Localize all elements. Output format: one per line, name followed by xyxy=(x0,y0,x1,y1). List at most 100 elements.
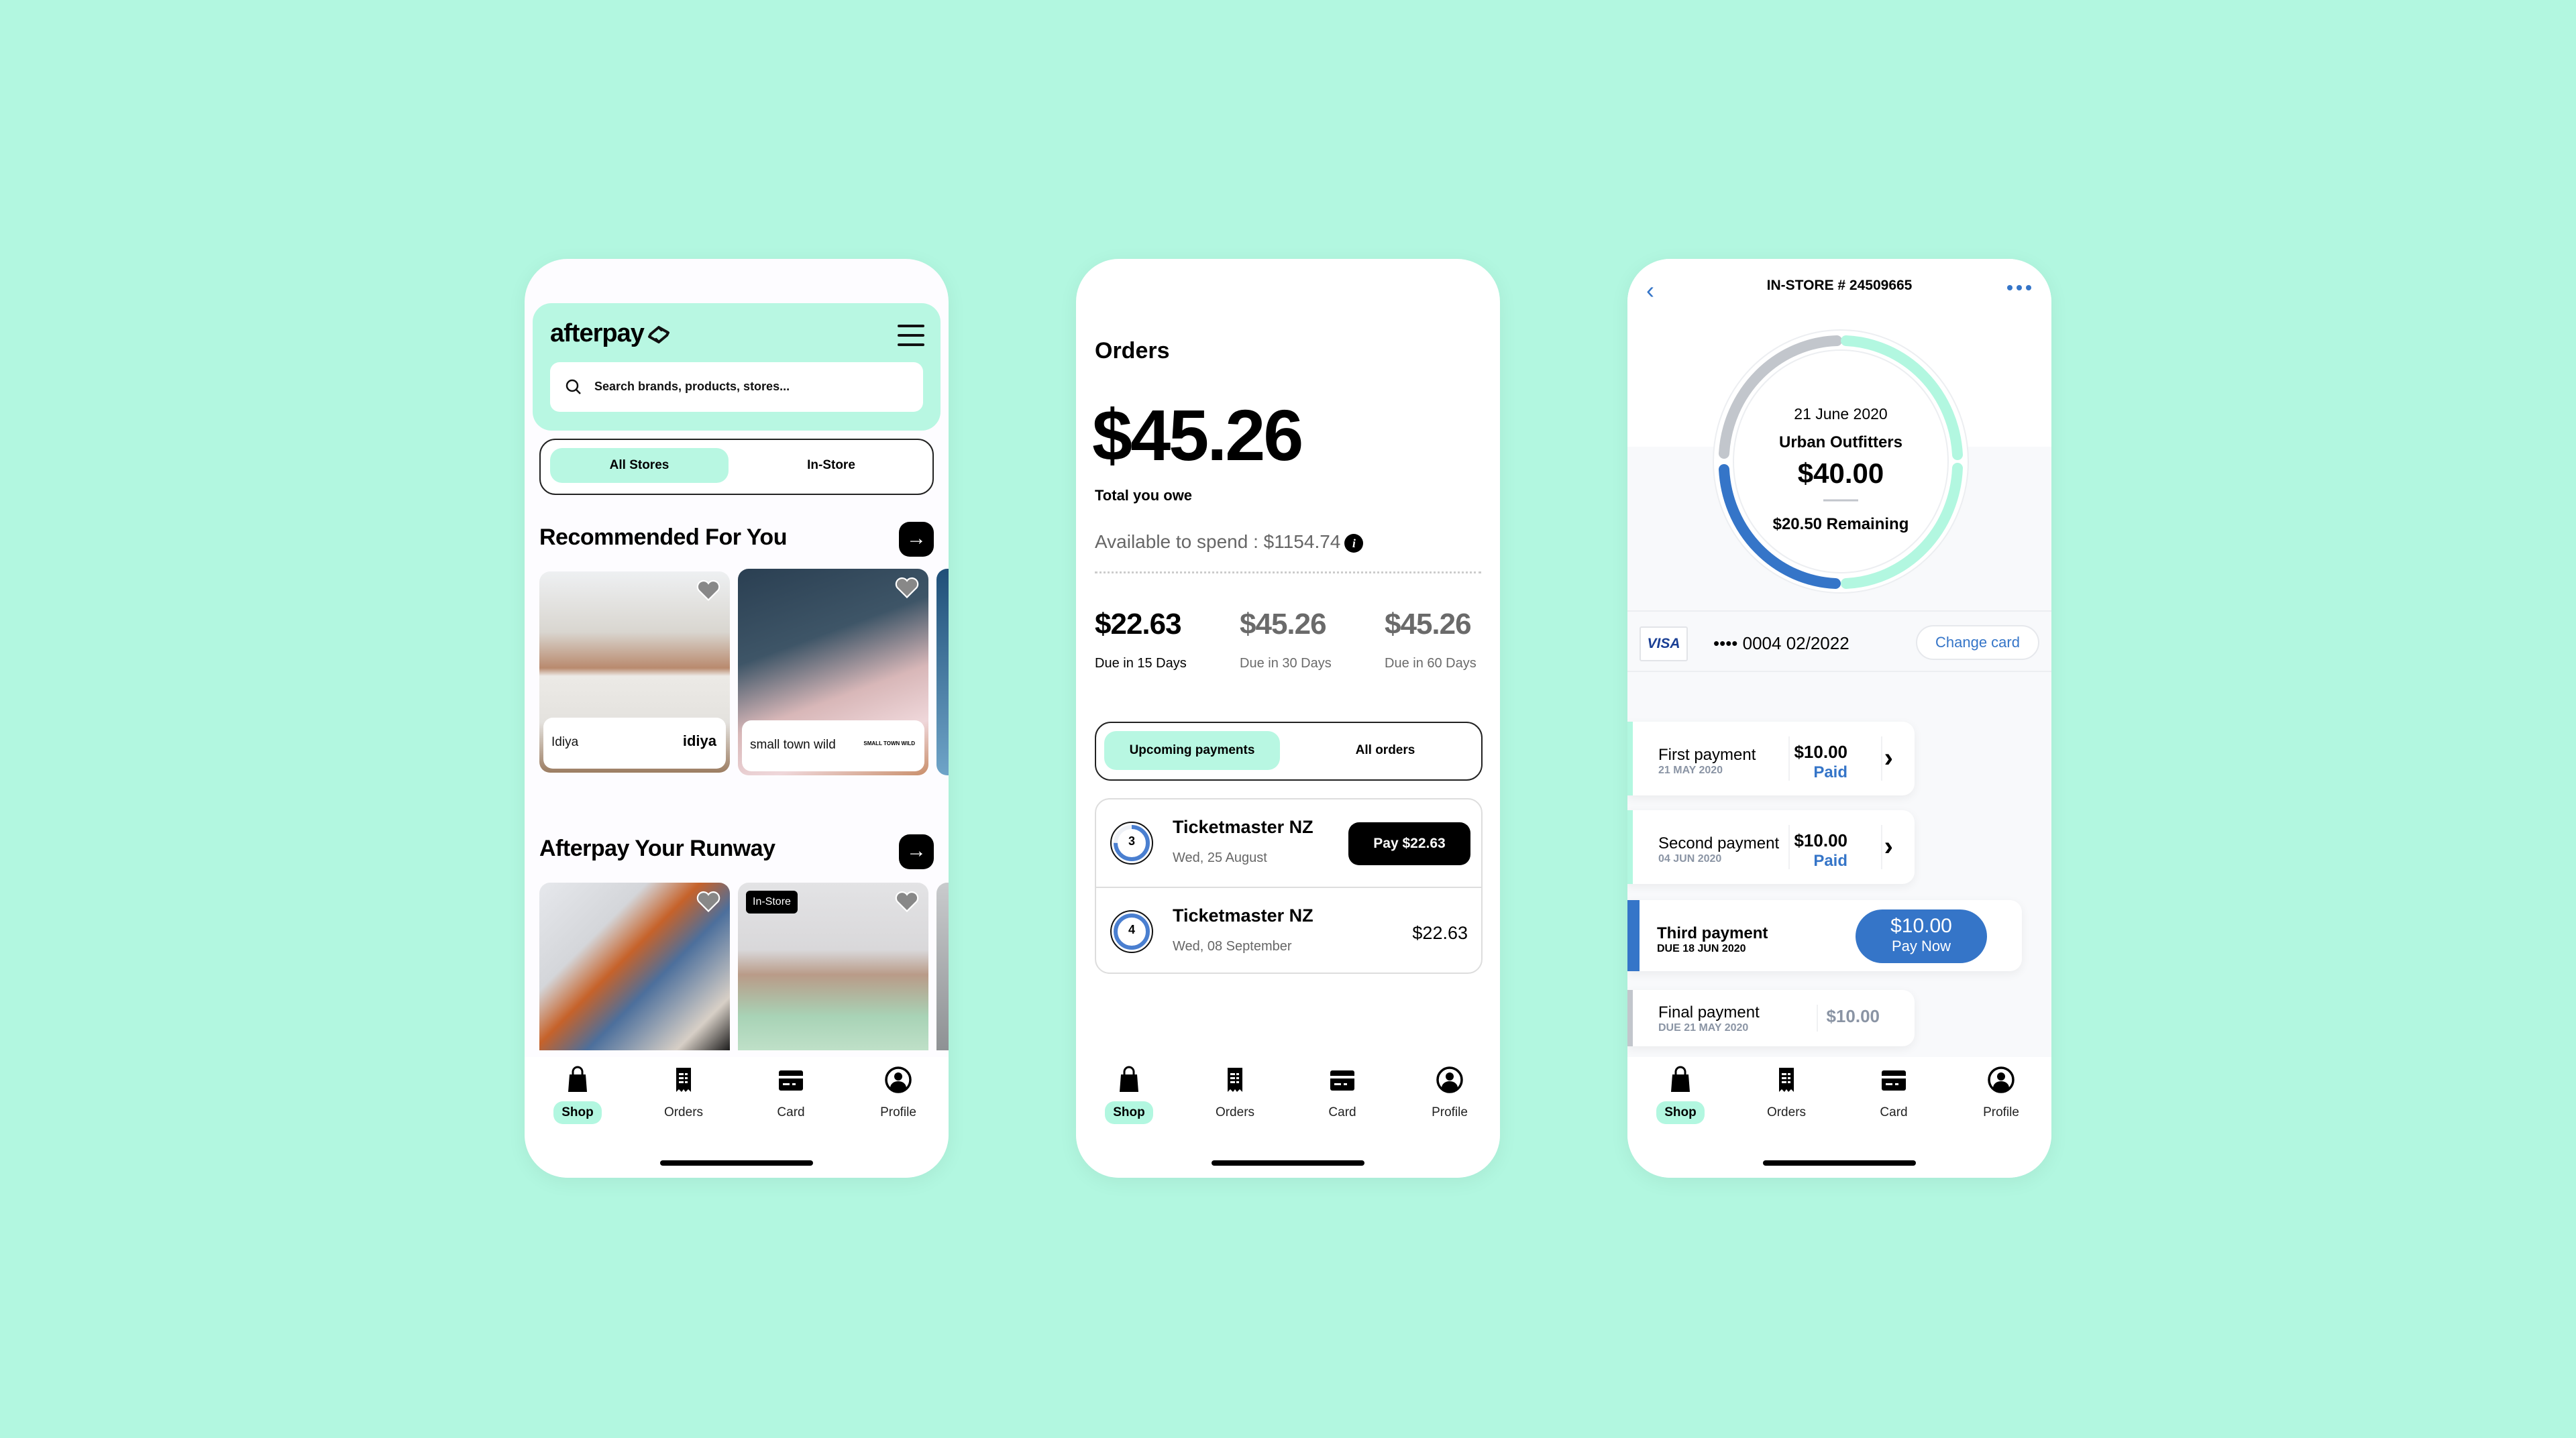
afterpay-logo: afterpay xyxy=(550,319,672,348)
status-badge: Paid xyxy=(1813,763,1847,781)
installment-progress: 3 xyxy=(1110,821,1154,865)
home-indicator xyxy=(660,1160,813,1166)
info-icon[interactable]: i xyxy=(1344,533,1364,553)
order-row[interactable]: 4 Ticketmaster NZ Wed, 08 September $22.… xyxy=(1096,887,1481,974)
heart-icon[interactable] xyxy=(696,891,720,912)
due-15: $22.63 Due in 15 Days xyxy=(1095,608,1187,671)
payment-row[interactable]: Final payment DUE 21 MAY 2020 $10.00 xyxy=(1627,990,1915,1046)
tab-label: Shop xyxy=(1656,1101,1705,1124)
credit-card-icon xyxy=(779,1070,803,1091)
store-name: Idiya xyxy=(551,735,579,749)
store-filter: All Stores In-Store xyxy=(539,439,934,495)
credit-card-icon xyxy=(1882,1070,1906,1091)
payment-date: Wed, 25 August xyxy=(1173,850,1267,865)
visa-icon: VISA xyxy=(1640,626,1688,661)
tab-bar: Shop Orders Card Profile xyxy=(525,1057,949,1178)
payment-card-row: VISA •••• 0004 02/2022 Change card xyxy=(1627,610,2051,672)
payment-row[interactable]: Second payment 04 JUN 2020 $10.00 Paid › xyxy=(1627,810,1915,884)
tab-orders[interactable]: Orders xyxy=(1205,1065,1265,1124)
tab-all-stores[interactable]: All Stores xyxy=(550,448,729,483)
tab-shop[interactable]: Shop xyxy=(1099,1065,1159,1124)
runway-card-partial[interactable] xyxy=(936,883,949,1050)
tab-in-store[interactable]: In-Store xyxy=(742,448,920,483)
payment-progress-dial: 21 June 2020 Urban Outfitters $40.00 $20… xyxy=(1708,326,1974,597)
runway-see-all-button[interactable]: → xyxy=(899,834,934,869)
search-placeholder: Search brands, products, stores... xyxy=(594,380,790,393)
tab-label: Orders xyxy=(1766,1105,1807,1119)
profile-icon xyxy=(1436,1066,1463,1093)
order-date: 21 June 2020 xyxy=(1794,405,1888,423)
store-card-idiya[interactable]: Idiya idiya xyxy=(539,571,730,773)
tab-profile[interactable]: Profile xyxy=(1971,1065,2031,1124)
tab-profile[interactable]: Profile xyxy=(868,1065,928,1124)
pay-button[interactable]: Pay $22.63 xyxy=(1348,822,1470,865)
tab-shop[interactable]: Shop xyxy=(1650,1065,1711,1124)
instore-order-screen: ‹ IN-STORE # 24509665 21 June 2020 Urban… xyxy=(1627,259,2051,1178)
shop-screen: afterpay Search brands, products, stores… xyxy=(525,259,949,1178)
tab-label: Shop xyxy=(553,1101,602,1124)
recommended-see-all-button[interactable]: → xyxy=(899,522,934,557)
tab-label: Profile xyxy=(1432,1105,1468,1119)
shop-header: afterpay Search brands, products, stores… xyxy=(533,303,941,431)
home-indicator xyxy=(1763,1160,1916,1166)
tab-upcoming-payments[interactable]: Upcoming payments xyxy=(1104,731,1280,770)
receipt-icon xyxy=(1228,1068,1242,1092)
tab-orders[interactable]: Orders xyxy=(653,1065,714,1124)
home-indicator xyxy=(1212,1160,1364,1166)
order-row[interactable]: 3 Ticketmaster NZ Wed, 25 August Pay $22… xyxy=(1096,799,1481,887)
receipt-icon xyxy=(676,1068,691,1092)
total-owed: $45.26 xyxy=(1092,394,1303,476)
runway-card-2[interactable]: In-Store xyxy=(738,883,928,1050)
search-input[interactable]: Search brands, products, stores... xyxy=(550,362,923,412)
divider xyxy=(1095,571,1481,573)
heart-icon[interactable] xyxy=(696,579,720,601)
tab-shop[interactable]: Shop xyxy=(547,1065,608,1124)
order-amount: $40.00 xyxy=(1797,457,1884,489)
merchant-name: Ticketmaster NZ xyxy=(1173,905,1313,926)
store-brand-logo: idiya xyxy=(682,732,716,749)
tab-card[interactable]: Card xyxy=(1312,1065,1373,1124)
afterpay-logo-icon xyxy=(647,325,669,343)
heart-icon[interactable] xyxy=(895,577,919,598)
store-card-partial[interactable] xyxy=(936,569,949,775)
profile-icon xyxy=(885,1066,912,1093)
store-name: small town wild xyxy=(750,738,836,752)
chevron-right-icon[interactable]: › xyxy=(1884,832,1893,862)
total-owed-label: Total you owe xyxy=(1095,487,1193,504)
tab-profile[interactable]: Profile xyxy=(1419,1065,1480,1124)
tab-bar: Shop Orders Card Profile xyxy=(1627,1057,2051,1178)
payment-row[interactable]: First payment 21 MAY 2020 $10.00 Paid › xyxy=(1627,722,1915,795)
page-title: Orders xyxy=(1095,338,1170,364)
store-brand-logo: SMALL TOWN WILD xyxy=(863,740,915,746)
tab-orders[interactable]: Orders xyxy=(1756,1065,1817,1124)
more-options-icon[interactable] xyxy=(2003,282,2031,294)
orders-screen: Orders $45.26 Total you owe Available to… xyxy=(1076,259,1500,1178)
card-number: •••• 0004 02/2022 xyxy=(1713,633,1849,653)
orders-filter: Upcoming payments All orders xyxy=(1095,722,1483,781)
tab-label: Orders xyxy=(1215,1105,1255,1119)
tab-label: Profile xyxy=(880,1105,916,1119)
merchant-name: Urban Outfitters xyxy=(1778,433,1902,451)
due-60: $45.26 Due in 60 Days xyxy=(1385,608,1477,671)
tab-all-orders[interactable]: All orders xyxy=(1297,731,1473,770)
heart-icon[interactable] xyxy=(895,891,919,912)
pay-now-button[interactable]: $10.00 Pay Now xyxy=(1856,909,1987,963)
store-card-small-town-wild[interactable]: small town wild SMALL TOWN WILD xyxy=(738,569,928,775)
menu-icon[interactable] xyxy=(898,325,924,346)
receipt-icon xyxy=(1779,1068,1794,1092)
tab-label: Orders xyxy=(663,1105,704,1119)
tab-card[interactable]: Card xyxy=(1864,1065,1924,1124)
tab-label: Card xyxy=(1328,1105,1356,1119)
available-to-spend: Available to spend : $1154.74 i xyxy=(1095,531,1364,553)
shopping-bag-icon xyxy=(1671,1066,1690,1092)
order-title: IN-STORE # 24509665 xyxy=(1766,278,1913,293)
tab-bar: Shop Orders Card Profile xyxy=(1076,1057,1500,1178)
tab-card[interactable]: Card xyxy=(761,1065,821,1124)
change-card-button[interactable]: Change card xyxy=(1916,625,2039,660)
runway-card-1[interactable] xyxy=(539,883,730,1050)
shopping-bag-icon xyxy=(1120,1066,1138,1092)
payment-row-current: Third payment DUE 18 JUN 2020 $10.00 Pay… xyxy=(1627,900,2022,971)
upcoming-payments-list: 3 Ticketmaster NZ Wed, 25 August Pay $22… xyxy=(1095,798,1483,974)
merchant-name: Ticketmaster NZ xyxy=(1173,817,1313,837)
chevron-right-icon[interactable]: › xyxy=(1884,743,1893,773)
